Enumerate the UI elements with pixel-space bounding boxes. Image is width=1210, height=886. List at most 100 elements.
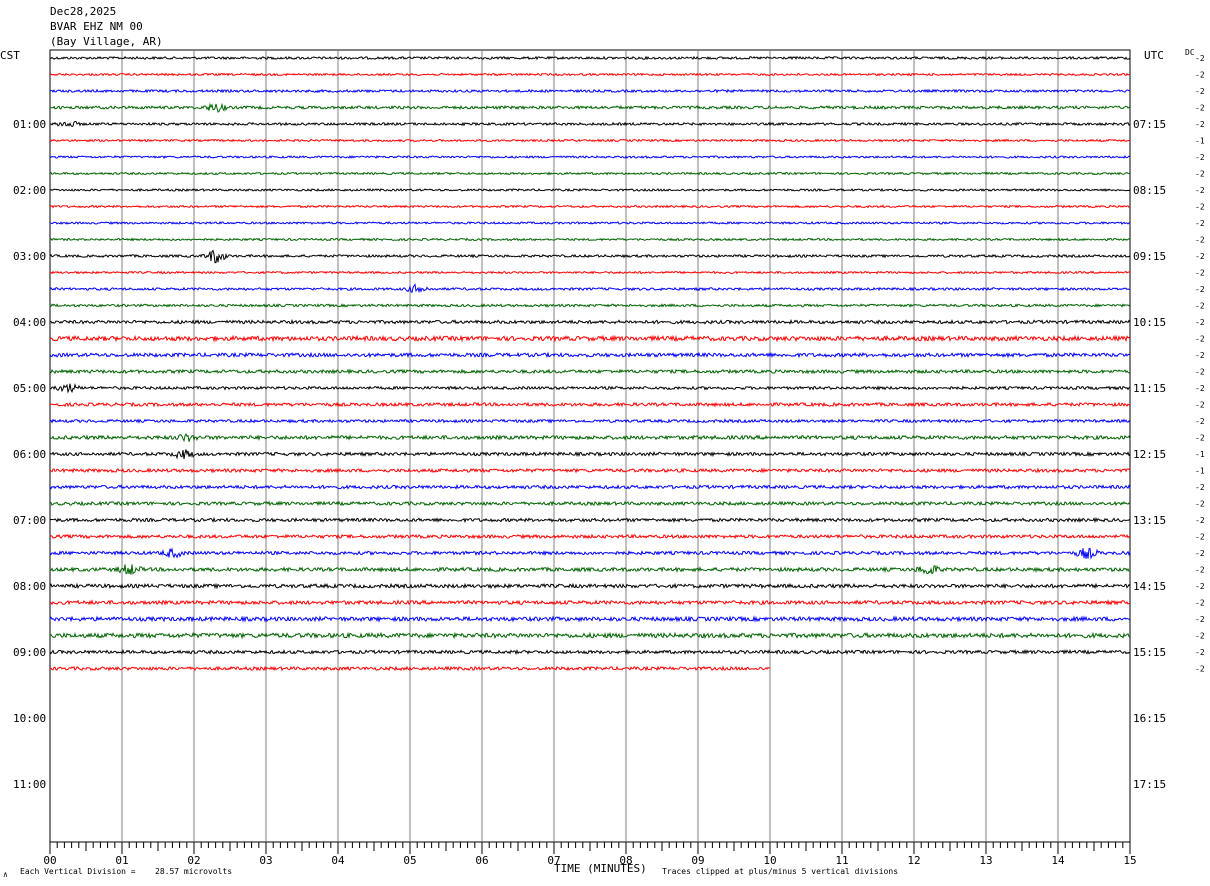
right-hour-label: 13:15 xyxy=(1133,514,1166,527)
trace-row-7 xyxy=(49,171,1131,176)
right-hour-label: 10:15 xyxy=(1133,316,1166,329)
dc-offset-value: -2 xyxy=(1195,632,1205,641)
x-tick-label: 00 xyxy=(43,854,56,867)
dc-offset-value: -2 xyxy=(1195,615,1205,624)
right-hour-label: 08:15 xyxy=(1133,184,1166,197)
dc-offset-value: -2 xyxy=(1195,335,1205,344)
x-axis-title: TIME (MINUTES) xyxy=(554,862,647,875)
dc-offset-value: -1 xyxy=(1195,467,1205,476)
dc-offset-value: -2 xyxy=(1195,153,1205,162)
scale-label: Each Vertical Division = xyxy=(20,867,136,876)
dc-offset-value: -2 xyxy=(1195,120,1205,129)
dc-offset-value: -2 xyxy=(1195,417,1205,426)
dc-offset-value: -2 xyxy=(1195,351,1205,360)
left-hour-label: 05:00 xyxy=(13,382,46,395)
x-tick-label: 12 xyxy=(907,854,920,867)
trace-row-15 xyxy=(49,303,1131,308)
left-hour-label: 04:00 xyxy=(13,316,46,329)
trace-row-34 xyxy=(49,615,1131,623)
trace-row-9 xyxy=(49,204,1131,209)
trace-row-19 xyxy=(49,368,1131,375)
trace-row-8 xyxy=(49,187,1131,192)
trace-row-1 xyxy=(49,72,1131,77)
trace-row-25 xyxy=(49,467,1131,474)
x-tick-label: 02 xyxy=(187,854,200,867)
header-date: Dec28,2025 xyxy=(50,5,117,18)
dc-offset-value: -2 xyxy=(1195,285,1205,294)
trace-row-30 xyxy=(49,547,1131,560)
trace-row-24 xyxy=(49,449,1131,460)
trace-row-14 xyxy=(49,283,1131,294)
x-tick-label: 09 xyxy=(691,854,704,867)
dc-offset-value: -2 xyxy=(1195,170,1205,179)
x-tick-label: 13 xyxy=(979,854,992,867)
right-hour-label: 14:15 xyxy=(1133,580,1166,593)
dc-offset-value: -2 xyxy=(1195,252,1205,261)
trace-row-26 xyxy=(49,483,1131,491)
dc-offset-value: -2 xyxy=(1195,401,1205,410)
dc-offset-value: -2 xyxy=(1195,54,1205,63)
left-hour-label: 01:00 xyxy=(13,118,46,131)
dc-offset-value: -2 xyxy=(1195,648,1205,657)
x-tick-label: 03 xyxy=(259,854,272,867)
trace-row-16 xyxy=(49,318,1131,325)
trace-row-6 xyxy=(49,154,1131,159)
trace-row-18 xyxy=(49,351,1131,359)
dc-offset-value: -2 xyxy=(1195,483,1205,492)
right-hour-label: 09:15 xyxy=(1133,250,1166,263)
dc-offset-value: -2 xyxy=(1195,500,1205,509)
dc-offset-value: -2 xyxy=(1195,318,1205,327)
trace-row-32 xyxy=(49,582,1131,590)
dc-offset-value: -2 xyxy=(1195,665,1205,674)
dc-offset-value: -2 xyxy=(1195,384,1205,393)
right-timezone: UTC xyxy=(1144,49,1164,62)
corner-mark: ∧ xyxy=(3,870,8,879)
clip-note: Traces clipped at plus/minus 5 vertical … xyxy=(662,867,899,876)
trace-row-21 xyxy=(49,401,1131,408)
trace-row-35 xyxy=(49,631,1131,640)
x-tick-label: 05 xyxy=(403,854,416,867)
dc-offset-value: -2 xyxy=(1195,186,1205,195)
x-tick-label: 14 xyxy=(1051,854,1065,867)
dc-offset-value: -2 xyxy=(1195,302,1205,311)
dc-offset-value: -2 xyxy=(1195,533,1205,542)
dc-offset-value: -2 xyxy=(1195,219,1205,228)
trace-row-4 xyxy=(49,121,1131,127)
left-hour-label: 10:00 xyxy=(13,712,46,725)
left-hour-label: 06:00 xyxy=(13,448,46,461)
x-tick-label: 10 xyxy=(763,854,776,867)
dc-offset-labels: -2 -2 -2 -2 -2 -1 -2 -2 -2 -2 -2 -2 -2 -2 -2 -2 -2 -2 -2 -2… xyxy=(1195,54,1205,674)
trace-row-17 xyxy=(49,334,1131,343)
right-hour-label: 15:15 xyxy=(1133,646,1166,659)
dc-offset-value: -2 xyxy=(1195,549,1205,558)
right-hour-label: 11:15 xyxy=(1133,382,1166,395)
left-hour-label: 08:00 xyxy=(13,580,46,593)
trace-row-12 xyxy=(49,249,1131,264)
x-tick-label: 06 xyxy=(475,854,488,867)
left-hour-label: 11:00 xyxy=(13,778,46,791)
left-timezone: CST xyxy=(0,49,20,62)
trace-row-2 xyxy=(49,88,1131,94)
dc-offset-value: -2 xyxy=(1195,582,1205,591)
left-hour-label: 09:00 xyxy=(13,646,46,659)
dc-offset-value: -2 xyxy=(1195,434,1205,443)
dc-offset-value: -1 xyxy=(1195,137,1205,146)
dc-offset-value: -1 xyxy=(1195,450,1205,459)
trace-row-31 xyxy=(49,564,1131,575)
trace-row-29 xyxy=(49,533,1131,540)
dc-offset-value: -2 xyxy=(1195,566,1205,575)
header-station: BVAR EHZ NM 00 xyxy=(50,20,143,33)
trace-row-3 xyxy=(49,102,1131,113)
right-hour-label: 12:15 xyxy=(1133,448,1166,461)
trace-row-27 xyxy=(49,500,1131,507)
dc-offset-value: -2 xyxy=(1195,236,1205,245)
seismic-traces xyxy=(49,55,1131,672)
trace-row-20 xyxy=(49,383,1131,394)
x-tick-label: 04 xyxy=(331,854,345,867)
dc-offset-value: -2 xyxy=(1195,104,1205,113)
trace-row-5 xyxy=(49,138,1131,143)
dc-offset-value: -2 xyxy=(1195,87,1205,96)
trace-row-13 xyxy=(49,270,1131,275)
left-hour-label: 02:00 xyxy=(13,184,46,197)
dc-offset-value: -2 xyxy=(1195,71,1205,80)
